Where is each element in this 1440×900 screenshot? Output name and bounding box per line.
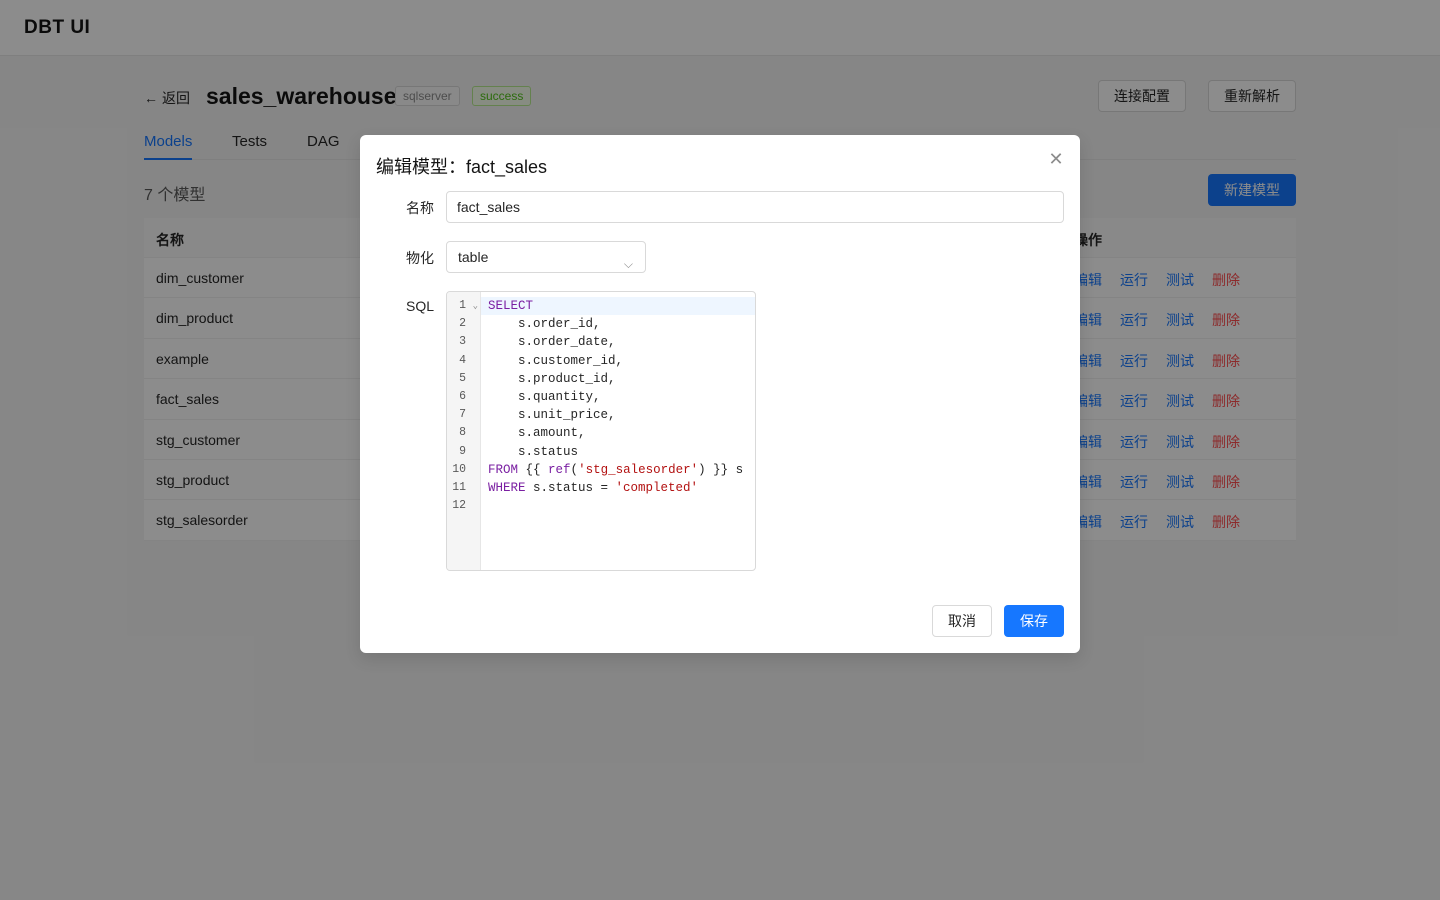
code-line: WHERE s.status = 'completed' bbox=[488, 480, 699, 495]
cancel-button[interactable]: 取消 bbox=[932, 605, 992, 637]
line-number: 11 bbox=[452, 480, 466, 494]
line-number: 4 bbox=[459, 353, 466, 367]
line-number: 8 bbox=[459, 426, 466, 440]
code-line: s.quantity, bbox=[488, 389, 601, 404]
line-number: 2 bbox=[459, 317, 466, 331]
materialization-select[interactable]: table ⌵ bbox=[446, 241, 646, 273]
code-line: s.order_date, bbox=[488, 335, 616, 350]
line-number: 7 bbox=[459, 408, 466, 422]
code-line: s.product_id, bbox=[488, 371, 616, 386]
code-area[interactable]: SELECT s.order_id, s.order_date, s.custo… bbox=[481, 297, 755, 515]
code-line: SELECT bbox=[481, 297, 755, 316]
name-label: 名称 bbox=[406, 200, 434, 216]
materialization-value: table bbox=[458, 249, 489, 265]
line-number: 6 bbox=[459, 389, 466, 403]
line-number: 1 ⌄ bbox=[447, 297, 480, 315]
line-number: 10 bbox=[452, 462, 466, 476]
sql-label: SQL bbox=[405, 298, 434, 314]
line-number-gutter: 1 ⌄ 2 3 4 5 6 7 8 9 10 11 12 bbox=[447, 292, 481, 570]
line-number: 9 bbox=[459, 444, 466, 458]
line-number: 3 bbox=[459, 335, 466, 349]
save-button[interactable]: 保存 bbox=[1004, 605, 1064, 637]
code-line: s.customer_id, bbox=[488, 353, 624, 368]
code-line: s.order_id, bbox=[488, 317, 601, 332]
code-line: FROM {{ ref('stg_salesorder') }} s bbox=[488, 462, 744, 477]
edit-model-dialog: 编辑模型：fact_sales ✕ 名称 物化 table ⌵ SQL 1⌄ 2 3… bbox=[360, 135, 1080, 653]
code-line: s.unit_price, bbox=[488, 408, 616, 423]
chevron-down-icon: ⌵ bbox=[623, 257, 633, 271]
fold-chevron-icon[interactable]: ⌄ bbox=[473, 297, 478, 315]
line-number: 5 bbox=[459, 371, 466, 385]
materialization-label: 物化 bbox=[406, 250, 434, 266]
dialog-title: 编辑模型：fact_sales bbox=[376, 157, 548, 177]
code-line: s.status bbox=[488, 444, 579, 459]
code-line: s.amount, bbox=[488, 426, 586, 441]
close-icon[interactable]: ✕ bbox=[1046, 149, 1066, 169]
line-number: 12 bbox=[452, 499, 466, 513]
sql-code-editor[interactable]: 1 ⌄ 2 3 4 5 6 7 8 9 10 11 12 SELECT s.order_id, s.or… bbox=[446, 291, 756, 571]
model-name-input[interactable] bbox=[446, 191, 1064, 223]
